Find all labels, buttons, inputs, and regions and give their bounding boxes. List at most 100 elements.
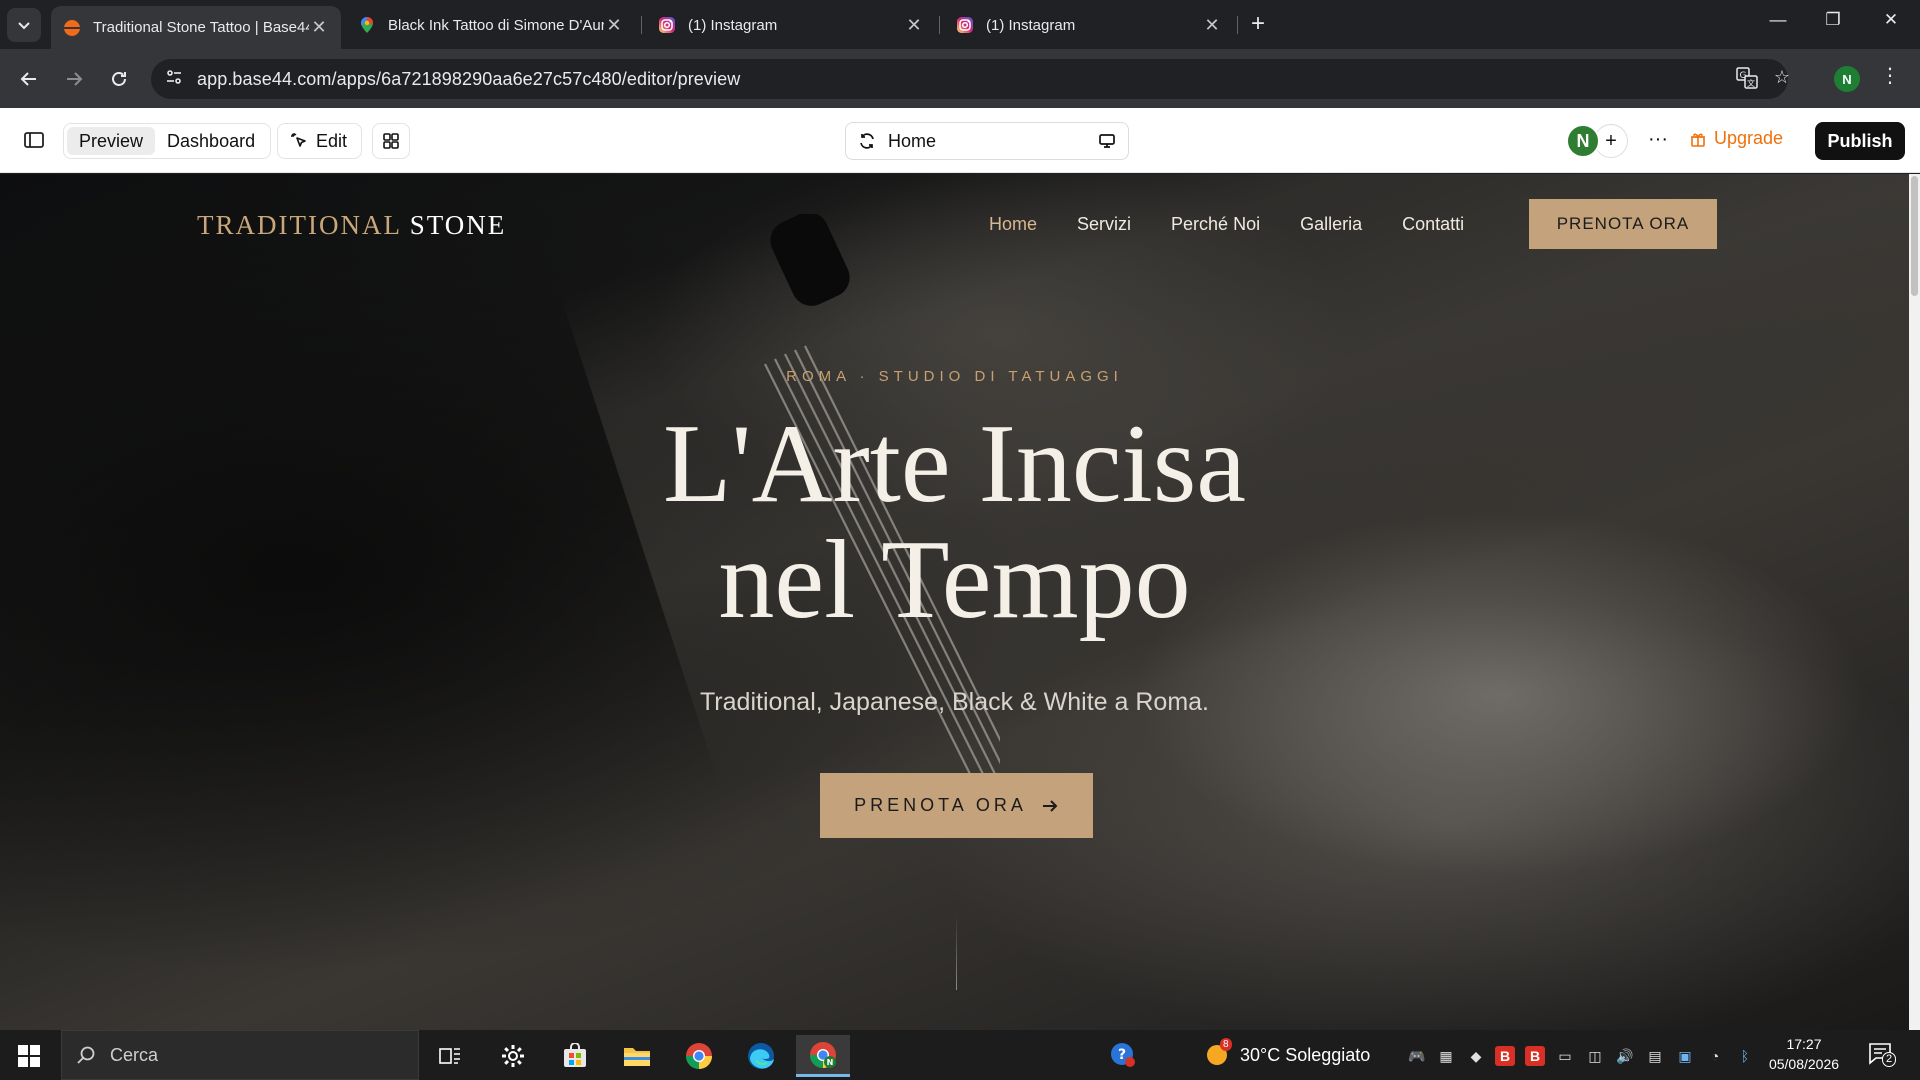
help-icon[interactable]: ? bbox=[1110, 1042, 1136, 1068]
preview-tab[interactable]: Preview bbox=[67, 127, 156, 155]
hero-headline-line-2: nel Tempo bbox=[718, 518, 1191, 642]
publish-button[interactable]: Publish bbox=[1815, 122, 1905, 160]
restore-button[interactable]: ❐ bbox=[1810, 10, 1856, 30]
search-icon bbox=[77, 1046, 95, 1064]
taskbar-search-placeholder: Cerca bbox=[110, 1044, 159, 1065]
desktop-view-icon[interactable] bbox=[1098, 132, 1116, 150]
edge-app[interactable] bbox=[734, 1035, 788, 1077]
scrollbar-thumb[interactable] bbox=[1911, 176, 1918, 296]
svg-text:文: 文 bbox=[1747, 78, 1755, 88]
volume-icon[interactable]: 🔊 bbox=[1615, 1046, 1635, 1066]
upgrade-label: Upgrade bbox=[1714, 128, 1784, 148]
close-icon[interactable]: ✕ bbox=[1202, 15, 1222, 36]
collaborator-avatar[interactable]: N bbox=[1566, 124, 1600, 158]
tab-title: Traditional Stone Tattoo | Base44 bbox=[93, 19, 309, 36]
nav-home[interactable]: Home bbox=[989, 214, 1037, 235]
app-tray-icon[interactable]: ◆ bbox=[1466, 1046, 1486, 1066]
notification-center[interactable]: 2 bbox=[1868, 1042, 1898, 1068]
forward-button[interactable] bbox=[61, 66, 87, 92]
reload-button[interactable] bbox=[106, 66, 132, 92]
nav-galleria[interactable]: Galleria bbox=[1300, 214, 1362, 235]
arrow-right-icon bbox=[67, 72, 83, 86]
address-bar[interactable]: app.base44.com/apps/6a721898290aa6e27c57… bbox=[151, 59, 1790, 99]
chrome-app[interactable] bbox=[672, 1035, 726, 1077]
clock-date: 05/08/2026 bbox=[1768, 1056, 1840, 1072]
discord-icon[interactable]: 🎮 bbox=[1407, 1046, 1427, 1066]
chrome-menu-icon[interactable]: ⋮ bbox=[1880, 63, 1900, 88]
new-tab-button[interactable]: + bbox=[1246, 12, 1270, 36]
site-navigation: Home Servizi Perché Noi Galleria Contatt… bbox=[989, 214, 1464, 235]
close-icon[interactable]: ✕ bbox=[604, 15, 624, 36]
task-view-button[interactable] bbox=[423, 1035, 477, 1077]
app-red-b-icon-2[interactable]: B bbox=[1525, 1046, 1545, 1066]
reload-icon bbox=[112, 72, 126, 86]
bluetooth-icon[interactable]: ᛒ bbox=[1735, 1046, 1755, 1066]
chrome-profile-app[interactable]: N bbox=[796, 1035, 850, 1077]
grid-icon bbox=[383, 133, 399, 149]
upgrade-button[interactable]: Upgrade bbox=[1690, 128, 1783, 149]
edit-button[interactable]: Edit bbox=[277, 123, 363, 159]
svg-text:N: N bbox=[827, 1058, 834, 1067]
store-icon bbox=[564, 1043, 586, 1067]
edge-icon bbox=[748, 1043, 774, 1069]
cursor-click-icon bbox=[291, 133, 306, 147]
minimize-button[interactable]: — bbox=[1755, 10, 1801, 30]
tab-search-button[interactable] bbox=[7, 8, 41, 42]
task-view-icon bbox=[439, 1048, 460, 1064]
nav-perche-noi[interactable]: Perché Noi bbox=[1171, 214, 1260, 235]
refresh-icon[interactable] bbox=[858, 132, 876, 150]
system-clock[interactable]: 17:27 05/08/2026 bbox=[1760, 1034, 1848, 1074]
network-icon[interactable]: ▤ bbox=[1645, 1046, 1665, 1066]
weather-text: 30°C Soleggiato bbox=[1240, 1044, 1371, 1065]
tab-traditional-stone[interactable]: Traditional Stone Tattoo | Base44 ✕ bbox=[51, 6, 341, 49]
tab-black-ink[interactable]: Black Ink Tattoo di Simone D'Auria ✕ bbox=[346, 6, 636, 44]
instagram-icon bbox=[957, 17, 973, 33]
file-explorer-app[interactable] bbox=[610, 1035, 664, 1077]
windows-taskbar: Cerca N ? 8 30°C Soleggiato 🎮 ▦ ◆ B B ▭ … bbox=[0, 1030, 1920, 1080]
view-mode-switch: Preview Dashboard bbox=[63, 123, 272, 159]
close-icon[interactable]: ✕ bbox=[904, 15, 924, 36]
dashboard-tab[interactable]: Dashboard bbox=[155, 127, 267, 155]
apps-grid-button[interactable] bbox=[372, 123, 410, 159]
site-logo[interactable]: TRADITIONAL STONE bbox=[197, 210, 506, 241]
sidebar-toggle-icon[interactable] bbox=[22, 130, 46, 150]
back-button[interactable] bbox=[16, 66, 42, 92]
tab-title: (1) Instagram bbox=[986, 16, 1076, 34]
profile-avatar[interactable]: N bbox=[1834, 66, 1860, 92]
translate-icon[interactable]: G文 bbox=[1734, 67, 1760, 91]
hero-headline: L'Arte Incisa nel Tempo bbox=[0, 406, 1909, 638]
bookmark-star-icon[interactable]: ☆ bbox=[1769, 67, 1795, 91]
website-preview: TRADITIONAL STONE Home Servizi Perché No… bbox=[0, 174, 1909, 1030]
tab-instagram-2[interactable]: (1) Instagram ✕ bbox=[944, 6, 1234, 44]
notification-count: 2 bbox=[1882, 1052, 1897, 1067]
page-selector[interactable]: Home bbox=[845, 122, 1129, 160]
close-icon[interactable]: ✕ bbox=[309, 17, 329, 38]
device-icon[interactable]: ◫ bbox=[1585, 1046, 1605, 1066]
site-logo-bold: STONE bbox=[409, 210, 507, 240]
arrow-right-icon bbox=[1042, 799, 1058, 812]
epic-games-icon[interactable]: ▦ bbox=[1436, 1046, 1456, 1066]
wifi-icon[interactable]: ◔ bbox=[1705, 1046, 1725, 1066]
hero-headline-line-1: L'Arte Incisa bbox=[662, 402, 1247, 526]
app-red-b-icon[interactable]: B bbox=[1495, 1046, 1515, 1066]
battery-icon[interactable]: ▭ bbox=[1555, 1046, 1575, 1066]
windows-start-icon[interactable] bbox=[18, 1045, 40, 1067]
chevron-down-icon bbox=[18, 22, 30, 30]
microsoft-store-app[interactable] bbox=[548, 1035, 602, 1077]
tab-instagram-1[interactable]: (1) Instagram ✕ bbox=[646, 6, 936, 44]
hero-book-button[interactable]: PRENOTA ORA bbox=[820, 773, 1093, 838]
page-selector-label: Home bbox=[888, 130, 937, 151]
gift-icon bbox=[1691, 132, 1705, 147]
chrome-profile-icon: N bbox=[809, 1041, 836, 1068]
display-icon[interactable]: ▣ bbox=[1675, 1046, 1695, 1066]
nav-contatti[interactable]: Contatti bbox=[1402, 214, 1464, 235]
settings-app[interactable] bbox=[486, 1035, 540, 1077]
close-window-button[interactable]: ✕ bbox=[1868, 10, 1914, 30]
preview-scrollbar[interactable] bbox=[1909, 174, 1920, 1030]
taskbar-search-box[interactable]: Cerca bbox=[61, 1030, 419, 1080]
more-options-icon[interactable]: ··· bbox=[1648, 128, 1668, 151]
nav-servizi[interactable]: Servizi bbox=[1077, 214, 1131, 235]
weather-widget[interactable]: 8 30°C Soleggiato bbox=[1204, 1038, 1371, 1068]
nav-book-button[interactable]: PRENOTA ORA bbox=[1529, 199, 1717, 249]
site-settings-icon[interactable] bbox=[151, 68, 197, 91]
